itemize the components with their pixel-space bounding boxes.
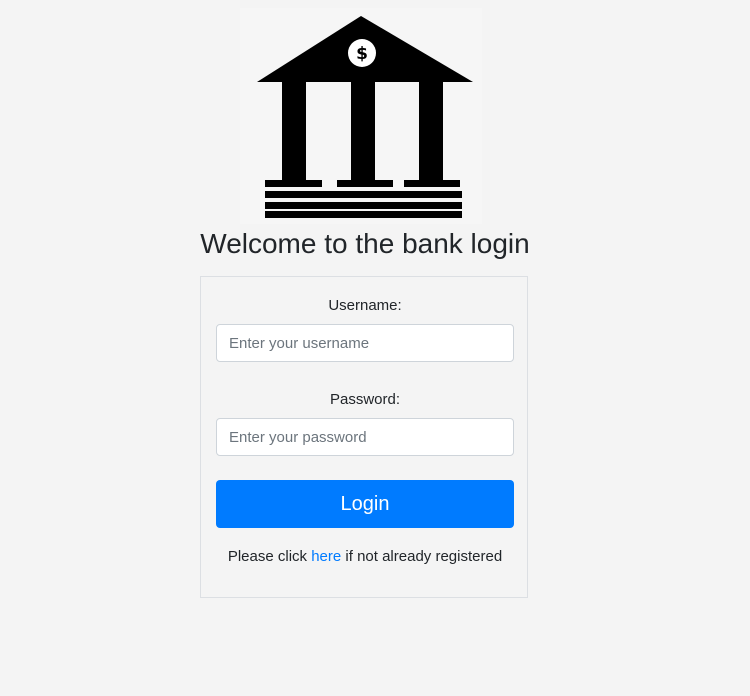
password-input[interactable] — [216, 418, 514, 456]
login-button[interactable]: Login — [216, 480, 514, 528]
password-label: Password: — [329, 391, 401, 408]
login-form: Username: Password: Login Please click h… — [200, 276, 528, 598]
column-left — [282, 82, 306, 180]
page-title: Welcome to the bank login — [200, 228, 530, 259]
column-middle — [351, 82, 375, 180]
username-label: Username: — [328, 297, 402, 314]
register-prompt: Please click here if not already registe… — [201, 547, 529, 567]
username-input[interactable] — [216, 324, 514, 362]
register-prefix: Please click — [227, 548, 312, 565]
register-suffix: if not already registered — [341, 548, 503, 565]
dollar-symbol: $ — [356, 44, 368, 64]
bank-logo: $ — [240, 8, 482, 224]
bank-building-icon: $ — [257, 16, 473, 218]
register-link[interactable]: here — [311, 548, 341, 565]
column-right — [419, 82, 443, 180]
